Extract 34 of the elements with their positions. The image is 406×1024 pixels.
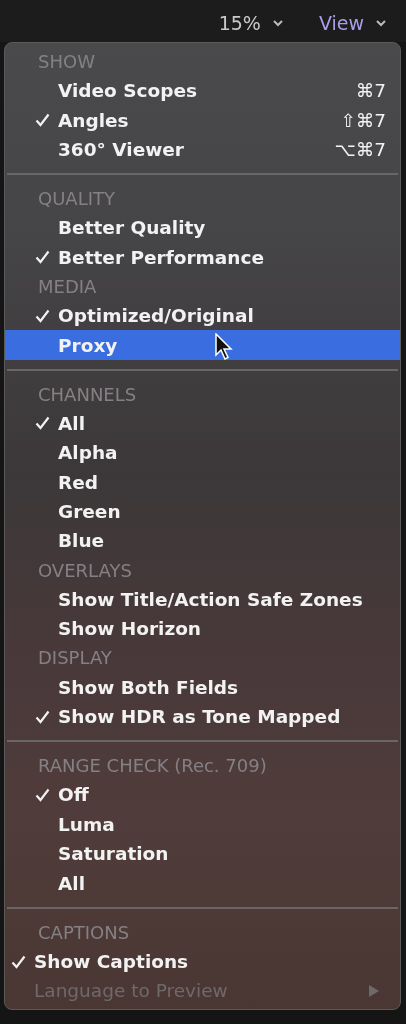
menu-item[interactable]: Optimized/Original <box>5 300 400 331</box>
view-menu-button[interactable]: View <box>318 8 386 34</box>
menu-item[interactable]: Luma <box>5 809 400 840</box>
menu-item[interactable]: Green <box>5 496 400 527</box>
zoom-dropdown[interactable]: 15% <box>218 8 283 34</box>
menu-item[interactable]: Red <box>5 467 400 497</box>
chevron-icon <box>376 19 386 27</box>
menu-item[interactable]: Alpha <box>5 438 400 468</box>
section-header: MEDIA <box>37 274 98 299</box>
menu-item[interactable]: Show Captions <box>5 946 400 977</box>
menu-item[interactable]: Better Performance <box>5 242 400 272</box>
section-header: DISPLAY <box>37 646 113 671</box>
menu-item[interactable]: Blue <box>5 526 400 556</box>
menu-item[interactable]: Show HDR as Tone Mapped <box>5 701 400 732</box>
mouse-pointer-icon <box>214 333 234 362</box>
chevron-icon <box>272 19 283 27</box>
menu-item[interactable]: 360° Viewer ⌥⌘7 <box>5 134 400 165</box>
menu-item[interactable]: Show Both Fields <box>5 672 400 702</box>
section-header: SHOW <box>37 50 96 74</box>
section-header: QUALITY <box>37 187 116 212</box>
menu-item[interactable]: All <box>5 868 400 898</box>
menu-item[interactable]: All <box>5 408 400 439</box>
section-header: CAPTIONS <box>37 920 131 945</box>
menu-item[interactable]: Video Scopes ⌘7 <box>5 76 400 106</box>
menu-item[interactable]: Show Title/Action Safe Zones <box>5 584 400 615</box>
section-header: CHANNELS <box>37 382 138 407</box>
section-header: RANGE CHECK (Rec. 709) <box>37 754 268 779</box>
menu-item[interactable]: Saturation <box>5 839 400 869</box>
menu-item[interactable]: Off <box>5 780 400 810</box>
menu-item[interactable]: Angles ⇧⌘7 <box>5 105 400 135</box>
menu-item[interactable]: Better Quality <box>5 213 400 243</box>
menu-item[interactable]: Show Horizon <box>5 614 400 644</box>
menu-item[interactable]: Proxy <box>5 330 400 360</box>
section-header: OVERLAYS <box>37 558 133 583</box>
